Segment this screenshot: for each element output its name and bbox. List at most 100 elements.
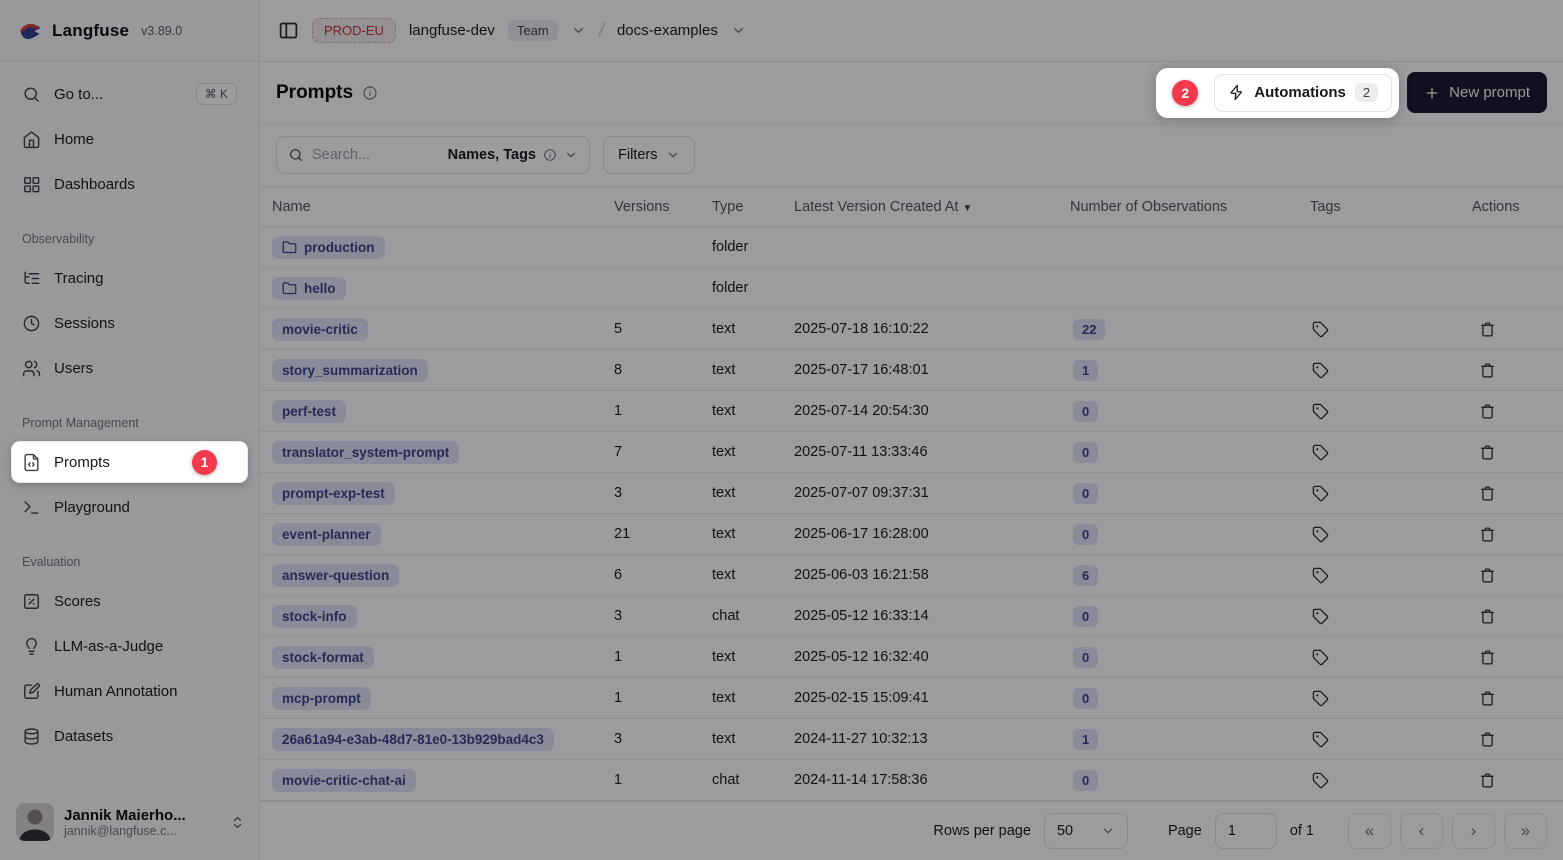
observations-count-badge[interactable]: 0 (1073, 524, 1098, 545)
observations-count-badge[interactable]: 1 (1073, 360, 1098, 381)
new-prompt-button[interactable]: New prompt (1407, 72, 1547, 113)
delete-prompt-button[interactable] (1479, 772, 1563, 789)
observations-count-badge[interactable]: 22 (1073, 319, 1105, 340)
table-row[interactable]: movie-critic-chat-ai 1 chat 2024-11-14 1… (260, 760, 1563, 801)
search-scope-dropdown[interactable]: Names, Tags (448, 147, 578, 163)
sidebar-item-prompts[interactable]: Prompts 1 (12, 442, 247, 482)
table-row[interactable]: stock-info 3 chat 2025-05-12 16:33:14 0 (260, 596, 1563, 637)
delete-prompt-button[interactable] (1479, 321, 1563, 338)
delete-prompt-button[interactable] (1479, 608, 1563, 625)
previous-page-button[interactable]: ‹ (1400, 813, 1443, 849)
table-row[interactable]: 26a61a94-e3ab-48d7-81e0-13b929bad4c3 3 t… (260, 719, 1563, 760)
table-row[interactable]: movie-critic 5 text 2025-07-18 16:10:22 … (260, 309, 1563, 350)
observations-count-badge[interactable]: 0 (1073, 401, 1098, 422)
table-row[interactable]: translator_system-prompt 7 text 2025-07-… (260, 432, 1563, 473)
info-icon[interactable] (362, 85, 378, 101)
user-account-button[interactable]: Jannik Maierho... jannik@langfuse.c... (0, 790, 259, 860)
sidebar-item-datasets[interactable]: Datasets (12, 716, 247, 756)
tag-icon[interactable] (1312, 731, 1472, 748)
table-row[interactable]: mcp-prompt 1 text 2025-02-15 15:09:41 0 (260, 678, 1563, 719)
sidebar-toggle-icon[interactable] (278, 20, 299, 41)
prompt-name-badge[interactable]: stock-info (272, 605, 357, 628)
table-row[interactable]: prompt-exp-test 3 text 2025-07-07 09:37:… (260, 473, 1563, 514)
tag-icon[interactable] (1312, 485, 1472, 502)
page-number-input[interactable] (1215, 813, 1277, 849)
tag-icon[interactable] (1312, 690, 1472, 707)
column-header-name[interactable]: Name (272, 199, 614, 215)
automations-button[interactable]: Automations 2 (1214, 74, 1392, 112)
next-page-button[interactable]: › (1452, 813, 1495, 849)
prompt-name-badge[interactable]: movie-critic (272, 318, 368, 341)
prompt-name-badge[interactable]: stock-format (272, 646, 374, 669)
prompt-name-badge[interactable]: translator_system-prompt (272, 441, 459, 464)
delete-prompt-button[interactable] (1479, 444, 1563, 461)
delete-prompt-button[interactable] (1479, 485, 1563, 502)
column-header-observations[interactable]: Number of Observations (1070, 199, 1310, 215)
prompt-name-badge[interactable]: event-planner (272, 523, 381, 546)
environment-badge[interactable]: PROD-EU (312, 18, 396, 43)
tag-icon[interactable] (1312, 772, 1472, 789)
tag-icon[interactable] (1312, 526, 1472, 543)
table-row[interactable]: stock-format 1 text 2025-05-12 16:32:40 … (260, 637, 1563, 678)
prompt-name-badge[interactable]: mcp-prompt (272, 687, 371, 710)
prompt-name-badge[interactable]: story_summarization (272, 359, 428, 382)
sidebar-item-tracing[interactable]: Tracing (12, 258, 247, 298)
last-page-button[interactable]: » (1504, 813, 1547, 849)
sidebar-item-dashboards[interactable]: Dashboards (12, 164, 247, 204)
table-row[interactable]: hello folder (260, 268, 1563, 309)
sidebar-item-scores[interactable]: Scores (12, 581, 247, 621)
prompt-name-badge[interactable]: perf-test (272, 400, 346, 423)
prompt-name-badge[interactable]: movie-critic-chat-ai (272, 769, 416, 792)
prompt-name-badge[interactable]: 26a61a94-e3ab-48d7-81e0-13b929bad4c3 (272, 728, 554, 751)
table-row[interactable]: perf-test 1 text 2025-07-14 20:54:30 0 (260, 391, 1563, 432)
column-header-versions[interactable]: Versions (614, 199, 712, 215)
tag-icon[interactable] (1312, 362, 1472, 379)
prompt-name-badge[interactable]: answer-question (272, 564, 399, 587)
tag-icon[interactable] (1312, 321, 1472, 338)
project-chevron-down-icon[interactable] (731, 23, 746, 38)
org-chevron-down-icon[interactable] (571, 23, 586, 38)
prompt-name-badge[interactable]: hello (272, 277, 346, 300)
observations-count-badge[interactable]: 0 (1073, 606, 1098, 627)
table-row[interactable]: story_summarization 8 text 2025-07-17 16… (260, 350, 1563, 391)
table-row[interactable]: event-planner 21 text 2025-06-17 16:28:0… (260, 514, 1563, 555)
project-name[interactable]: docs-examples (617, 22, 718, 39)
tag-icon[interactable] (1312, 444, 1472, 461)
prompt-name-badge[interactable]: prompt-exp-test (272, 482, 395, 505)
column-header-created[interactable]: Latest Version Created At▼ (794, 199, 1070, 215)
sidebar-item-home[interactable]: Home (12, 119, 247, 159)
sidebar-item-users[interactable]: Users (12, 348, 247, 388)
delete-prompt-button[interactable] (1479, 526, 1563, 543)
goto-search[interactable]: Go to... ⌘ K (12, 74, 247, 114)
delete-prompt-button[interactable] (1479, 690, 1563, 707)
observations-count-badge[interactable]: 0 (1073, 647, 1098, 668)
sidebar-item-sessions[interactable]: Sessions (12, 303, 247, 343)
tag-icon[interactable] (1312, 567, 1472, 584)
observations-count-badge[interactable]: 1 (1073, 729, 1098, 750)
delete-prompt-button[interactable] (1479, 649, 1563, 666)
sidebar-item-playground[interactable]: Playground (12, 487, 247, 527)
rows-per-page-select[interactable]: 50 (1044, 813, 1128, 849)
observations-count-badge[interactable]: 0 (1073, 770, 1098, 791)
column-header-type[interactable]: Type (712, 199, 794, 215)
delete-prompt-button[interactable] (1479, 731, 1563, 748)
organization-name[interactable]: langfuse-dev (409, 22, 495, 39)
delete-prompt-button[interactable] (1479, 403, 1563, 420)
search-input[interactable]: Search... Names, Tags (276, 136, 590, 174)
tag-icon[interactable] (1312, 403, 1472, 420)
filters-button[interactable]: Filters (603, 136, 695, 174)
first-page-button[interactable]: « (1348, 813, 1391, 849)
observations-count-badge[interactable]: 0 (1073, 483, 1098, 504)
tag-icon[interactable] (1312, 649, 1472, 666)
observations-count-badge[interactable]: 6 (1073, 565, 1098, 586)
table-row[interactable]: production folder (260, 227, 1563, 268)
delete-prompt-button[interactable] (1479, 362, 1563, 379)
sidebar-item-human-annotation[interactable]: Human Annotation (12, 671, 247, 711)
observations-count-badge[interactable]: 0 (1073, 442, 1098, 463)
observations-count-badge[interactable]: 0 (1073, 688, 1098, 709)
sidebar-item-llm-as-a-judge[interactable]: LLM-as-a-Judge (12, 626, 247, 666)
table-row[interactable]: answer-question 6 text 2025-06-03 16:21:… (260, 555, 1563, 596)
prompt-name-badge[interactable]: production (272, 236, 385, 259)
tag-icon[interactable] (1312, 608, 1472, 625)
delete-prompt-button[interactable] (1479, 567, 1563, 584)
